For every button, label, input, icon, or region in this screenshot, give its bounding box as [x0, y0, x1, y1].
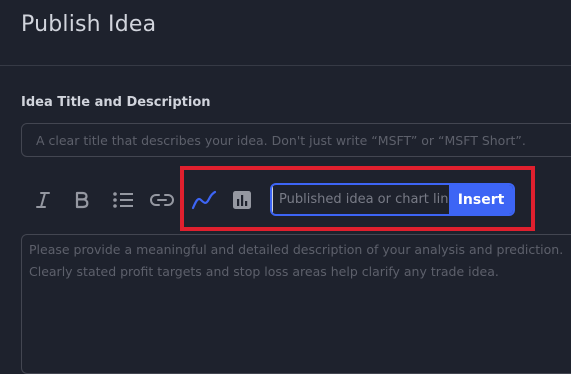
- insert-bar-chart-button[interactable]: [228, 186, 256, 214]
- bulleted-list-icon: [113, 192, 133, 208]
- link-button[interactable]: [148, 186, 176, 214]
- page-title: Publish Idea: [21, 12, 157, 37]
- bulleted-list-button[interactable]: [109, 186, 137, 214]
- bold-icon: [75, 191, 89, 209]
- insert-chart-button[interactable]: [190, 186, 218, 214]
- section-label: Idea Title and Description: [21, 95, 211, 110]
- description-textarea[interactable]: [21, 234, 571, 374]
- italic-icon: [36, 192, 50, 208]
- italic-button[interactable]: [29, 186, 57, 214]
- link-icon: [150, 194, 174, 206]
- idea-title-input[interactable]: [21, 123, 571, 157]
- chart-line-icon: [191, 190, 217, 210]
- bold-button[interactable]: [68, 186, 96, 214]
- header: Publish Idea: [0, 0, 571, 66]
- embed-link-group: Insert: [270, 183, 515, 216]
- idea-link-input[interactable]: [272, 185, 449, 214]
- bar-chart-icon: [233, 191, 251, 209]
- insert-button[interactable]: Insert: [449, 185, 513, 214]
